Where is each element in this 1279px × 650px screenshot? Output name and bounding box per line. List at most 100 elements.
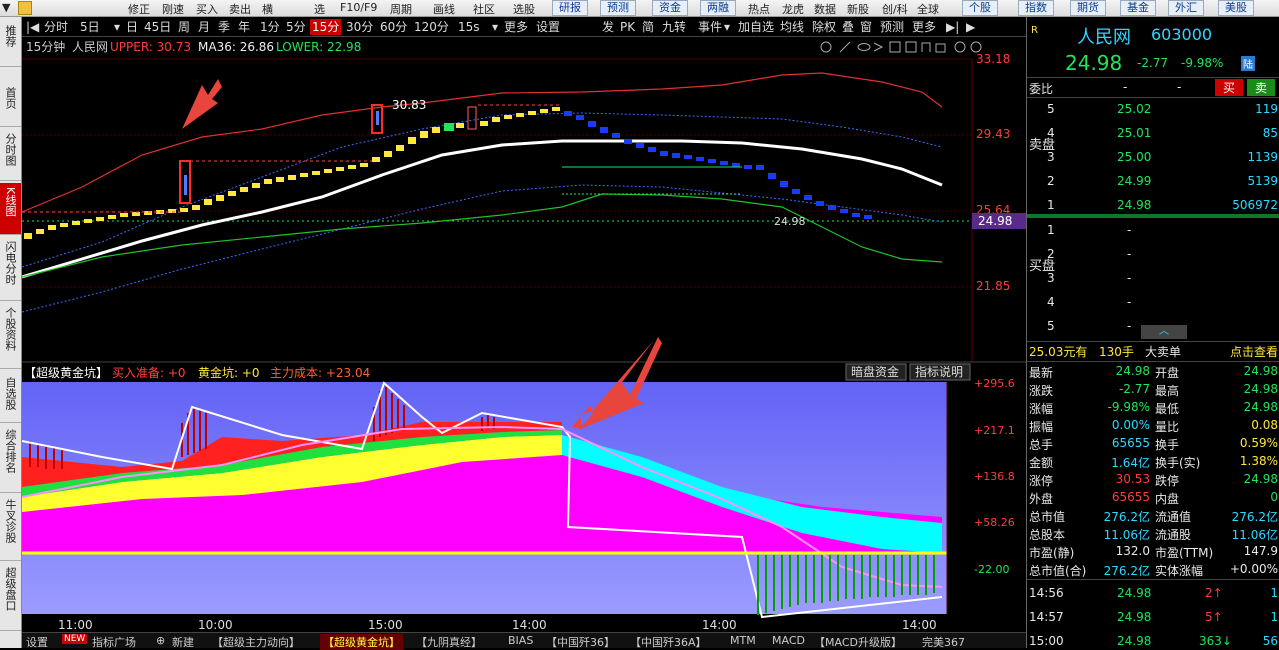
last-price: 24.98 [1065, 51, 1123, 75]
dropdown-icon[interactable]: ▾ [492, 19, 498, 35]
big-order-row[interactable]: 25.03元有 130手 大卖单 点击查看 [1027, 341, 1279, 359]
quick-buy-button[interactable]: 买 [1215, 79, 1244, 96]
menu-sell[interactable]: 卖出 [229, 1, 251, 17]
menu-ipo[interactable]: 新股 [847, 1, 869, 17]
toolbar-next-icon[interactable]: ▶| [946, 19, 959, 35]
toolbar-window[interactable]: 窗 [860, 19, 872, 35]
period-timeshare[interactable]: 分时 [44, 19, 68, 35]
left-tab-recommend[interactable]: 推荐 [0, 17, 21, 67]
left-tab-home[interactable]: 首页 [0, 77, 21, 127]
left-tab-superbook[interactable]: 超级盘口 [0, 565, 21, 631]
toolbar-ma[interactable]: 均线 [780, 19, 804, 35]
bottom-mtm[interactable]: MTM [730, 634, 756, 647]
big-order-link[interactable]: 点击查看 [1230, 343, 1278, 360]
toolbar-prev-icon[interactable]: |◀ [26, 19, 39, 35]
menu-star[interactable]: 创/科 [882, 1, 908, 17]
tick-count: 1 [1270, 610, 1278, 624]
toolbar-exright[interactable]: 除权 [812, 19, 836, 35]
period-week[interactable]: 周 [178, 19, 190, 35]
period-day[interactable]: 日 [126, 19, 138, 35]
stat-label: 换手 [1155, 438, 1180, 452]
tab-forecast[interactable]: 预测 [600, 0, 636, 16]
period-60min[interactable]: 60分 [380, 19, 407, 35]
period-5min[interactable]: 5分 [286, 19, 306, 35]
period-45day[interactable]: 45日 [144, 19, 171, 35]
tab-fx[interactable]: 外汇 [1168, 0, 1204, 16]
period-1min[interactable]: 1分 [260, 19, 280, 35]
tab-us[interactable]: 美股 [1218, 0, 1254, 16]
chart-svg[interactable]: 15分钟 人民网 UPPER: 30.73 MA36: 26.86 LOWER:… [21, 37, 1026, 632]
period-30min[interactable]: 30分 [346, 19, 373, 35]
stat-label: 总市值 [1029, 510, 1066, 524]
chart-area[interactable]: 15分钟 人民网 UPPER: 30.73 MA36: 26.86 LOWER:… [21, 37, 1026, 632]
tab-stock[interactable]: 个股 [962, 0, 998, 16]
toolbar-settings[interactable]: 设置 [536, 19, 560, 35]
menu-fix[interactable]: 修正 [128, 1, 150, 17]
left-tab-kline[interactable]: K线图 [0, 183, 21, 235]
period-15min[interactable]: 15分 [310, 19, 342, 35]
time-label: 14:00 [702, 618, 737, 630]
expand-chevron-icon[interactable]: ︿ [1141, 325, 1187, 339]
left-tab-rank[interactable]: 综合排名 [0, 427, 21, 493]
toolbar-simple[interactable]: 简 [642, 19, 654, 35]
left-tab-flash[interactable]: 闪电分时 [0, 239, 21, 301]
menu-global[interactable]: 全球 [917, 1, 939, 17]
left-tab-diagnose[interactable]: 牛叉诊股 [0, 497, 21, 561]
period-5day[interactable]: 5日 [80, 19, 100, 35]
menu-arrow-icon[interactable]: ▼ [2, 1, 10, 14]
tab-fund[interactable]: 基金 [1120, 0, 1156, 16]
bottom-macd[interactable]: MACD [772, 634, 805, 647]
period-year[interactable]: 年 [238, 19, 250, 35]
left-tab-profile[interactable]: 个股资料 [0, 305, 21, 369]
stat-value: 0.59% [1239, 436, 1278, 450]
tick-volume: 5↑ [1205, 610, 1223, 624]
left-tab-timeshare[interactable]: 分时图 [0, 129, 21, 181]
sell-level: 1 [1047, 198, 1055, 212]
toolbar-overlay[interactable]: 叠 [842, 19, 854, 35]
tab-index[interactable]: 指数 [1018, 0, 1054, 16]
menu-draw[interactable]: 画线 [433, 1, 455, 17]
dropdown-icon[interactable]: ▾ [724, 19, 730, 35]
period-quarter[interactable]: 季 [218, 19, 230, 35]
period-month[interactable]: 月 [198, 19, 210, 35]
period-120min[interactable]: 120分 [414, 19, 449, 35]
menu-xuan[interactable]: 选 [314, 1, 325, 17]
toolbar-pk[interactable]: PK [620, 19, 635, 35]
toolbar-ninturn[interactable]: 九转 [662, 19, 686, 35]
add-icon[interactable]: ⊕ [156, 634, 165, 647]
tab-futures[interactable]: 期货 [1070, 0, 1106, 16]
menu-community[interactable]: 社区 [473, 1, 495, 17]
tab-funds[interactable]: 资金 [652, 0, 688, 16]
toolbar-collapse-icon[interactable]: ▶ [966, 19, 975, 35]
tab-research[interactable]: 研报 [552, 0, 588, 16]
period-15s[interactable]: 15s [458, 19, 480, 35]
stat-label: 总股本 [1029, 528, 1066, 542]
menu-dragon[interactable]: 龙虎 [782, 1, 804, 17]
bottom-bias[interactable]: BIAS [508, 634, 533, 647]
toolbar-event[interactable]: 事件 [698, 19, 722, 35]
tick-time: 14:57 [1029, 610, 1064, 624]
menu-period[interactable]: 周期 [390, 1, 412, 17]
toolbar-add-watch[interactable]: 加自选 [738, 19, 774, 35]
menu-f10[interactable]: F10/F9 [340, 1, 377, 14]
quote-header: R 人民网 603000 [1027, 23, 1279, 48]
tab-margin[interactable]: 两融 [700, 0, 736, 16]
menu-hot[interactable]: 热点 [748, 1, 770, 17]
stat-label: 振幅 [1029, 420, 1054, 434]
toolbar-fa[interactable]: 发 [602, 19, 614, 35]
toolbar-forecast[interactable]: 预测 [880, 19, 904, 35]
toolbar-more[interactable]: 更多 [912, 19, 936, 35]
menu-h[interactable]: 横 [262, 1, 273, 17]
buy-label: 买盘 [1029, 259, 1056, 274]
left-tab-watchlist[interactable]: 自选股 [0, 373, 21, 423]
dropdown-icon[interactable]: ▾ [114, 19, 120, 35]
sell-volume: 506972 [1232, 198, 1278, 212]
quick-sell-button[interactable]: 卖 [1247, 79, 1276, 96]
period-more[interactable]: 更多 [504, 19, 528, 35]
menu-data[interactable]: 数据 [814, 1, 836, 17]
back-icon[interactable] [18, 1, 32, 15]
kline-lower: LOWER: 22.98 [276, 40, 361, 54]
menu-speed[interactable]: 刚速 [162, 1, 184, 17]
menu-buy[interactable]: 买入 [196, 1, 218, 17]
menu-pick[interactable]: 选股 [513, 1, 535, 17]
